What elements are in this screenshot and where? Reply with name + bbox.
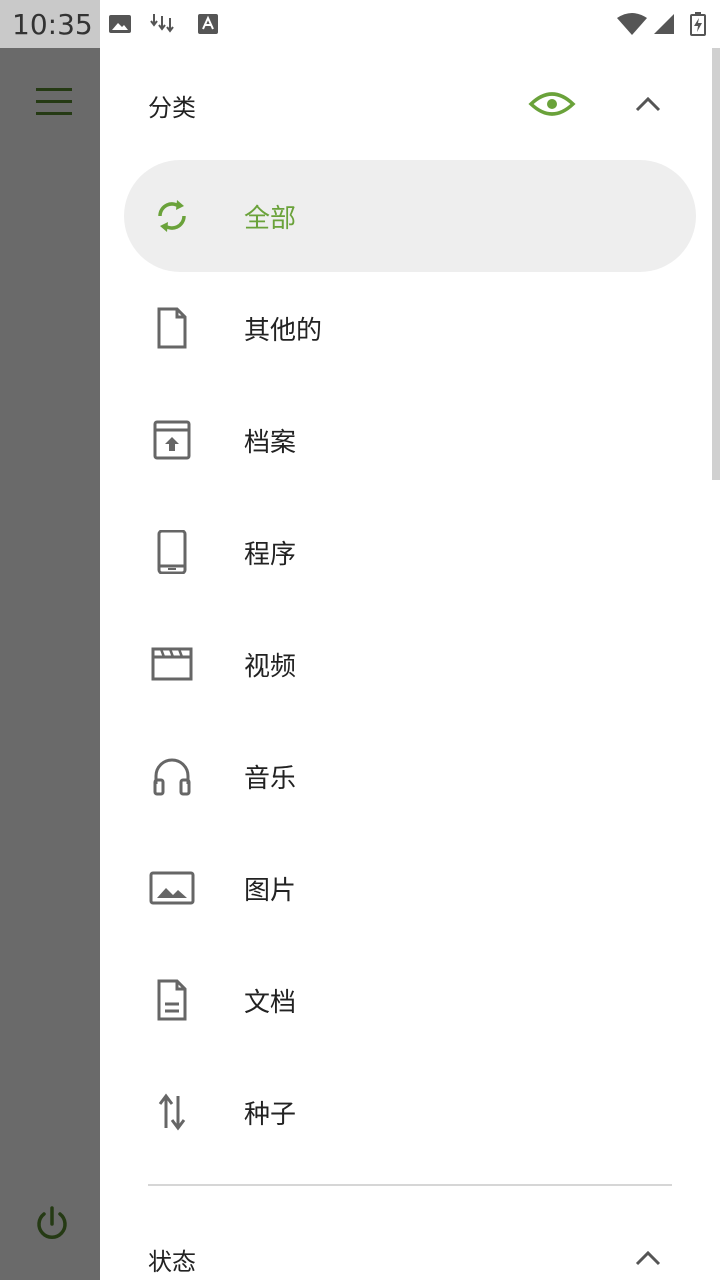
category-item-documents[interactable]: 文档 <box>124 944 696 1056</box>
category-item-other[interactable]: 其他的 <box>124 272 696 384</box>
phone-icon <box>157 530 187 574</box>
category-label: 其他的 <box>244 316 323 346</box>
status-time: 10:35 <box>12 8 93 41</box>
category-label: 音乐 <box>244 764 297 794</box>
category-item-pictures[interactable]: 图片 <box>124 832 696 944</box>
category-item-video[interactable]: 视频 <box>124 608 696 720</box>
power-icon[interactable] <box>32 1204 72 1244</box>
navigation-rail <box>0 48 100 1280</box>
category-item-music[interactable]: 音乐 <box>124 720 696 832</box>
category-label: 图片 <box>244 876 297 906</box>
category-item-torrents[interactable]: 种子 <box>124 1056 696 1168</box>
wifi-icon <box>617 13 647 35</box>
battery-charging-icon <box>690 12 706 36</box>
chevron-up-icon[interactable] <box>632 1248 664 1268</box>
headphones-icon <box>153 758 191 796</box>
chevron-up-icon[interactable] <box>632 94 664 114</box>
document-icon <box>157 979 187 1021</box>
category-label: 程序 <box>244 540 297 570</box>
signal-icon <box>654 14 674 34</box>
category-label: 视频 <box>244 652 297 682</box>
category-drawer: 分类 全部 其他的 档案 程序 视频 音乐 图片 文档 种子 状态 <box>100 48 720 1280</box>
scrollbar[interactable] <box>712 48 720 480</box>
archive-icon <box>153 420 191 460</box>
section-divider <box>148 1184 672 1186</box>
font-notification-icon <box>198 14 218 34</box>
category-label: 种子 <box>244 1100 297 1130</box>
category-label: 全部 <box>244 204 297 234</box>
download-notification-icon <box>150 14 174 33</box>
categories-title: 分类 <box>148 94 196 122</box>
menu-icon[interactable] <box>36 88 76 120</box>
image-icon <box>149 871 195 905</box>
status-title: 状态 <box>148 1248 196 1276</box>
status-bar: 10:35 <box>0 0 720 48</box>
category-label: 档案 <box>244 428 297 458</box>
video-icon <box>151 647 193 681</box>
file-icon <box>157 307 187 349</box>
image-notification-icon <box>109 15 131 33</box>
category-item-all[interactable]: 全部 <box>124 160 696 272</box>
category-item-archive[interactable]: 档案 <box>124 384 696 496</box>
eye-icon[interactable] <box>528 84 576 124</box>
category-item-programs[interactable]: 程序 <box>124 496 696 608</box>
category-label: 文档 <box>244 988 297 1018</box>
swap-icon <box>158 1093 186 1131</box>
refresh-icon <box>158 200 186 232</box>
